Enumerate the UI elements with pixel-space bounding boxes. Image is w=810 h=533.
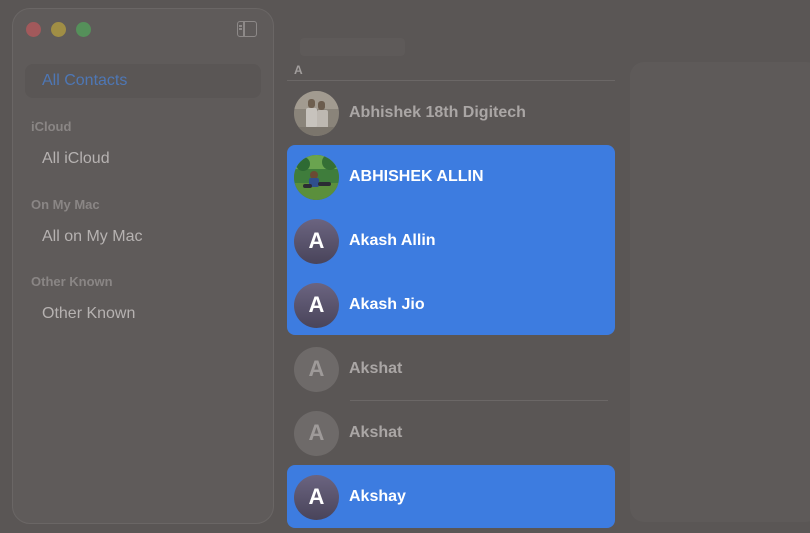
sidebar-item-label: Other Known (42, 305, 136, 322)
contact-name: Akshat (349, 360, 403, 377)
contact-name: Akash Jio (349, 296, 425, 313)
contact-row[interactable]: A Akash Allin (287, 209, 615, 273)
minimize-window-button[interactable] (51, 22, 66, 37)
contact-photo (294, 90, 339, 136)
contact-name: Akash Allin (349, 232, 436, 249)
contact-initial-avatar: A (294, 410, 339, 456)
contact-row[interactable]: A Akshat (287, 401, 615, 465)
sidebar-item-all-icloud[interactable]: All iCloud (25, 142, 261, 176)
sidebar-item-label: All on My Mac (42, 228, 143, 245)
contact-row[interactable]: A Akash Jio (287, 273, 615, 337)
contact-row[interactable]: Abhishek 18th Digitech (287, 81, 615, 145)
contact-initial-avatar: A (294, 474, 339, 520)
contact-photo (294, 154, 339, 200)
window-controls (26, 22, 91, 37)
contact-initial-avatar: A (294, 218, 339, 264)
sidebar-section-icloud: iCloud (31, 119, 72, 134)
section-letter: A (294, 63, 303, 77)
detail-pane (630, 62, 810, 522)
contact-initial-avatar: A (294, 282, 339, 328)
sidebar: All Contacts iCloud All iCloud On My Mac… (12, 8, 274, 524)
sidebar-section-other-known: Other Known (31, 274, 113, 289)
zoom-window-button[interactable] (76, 22, 91, 37)
faded-header (300, 38, 405, 56)
contact-row[interactable]: A Akshay (287, 465, 615, 529)
contact-initial-avatar: A (294, 346, 339, 392)
contact-name: Akshat (349, 424, 403, 441)
sidebar-item-other-known[interactable]: Other Known (25, 297, 261, 331)
sidebar-item-all-on-my-mac[interactable]: All on My Mac (25, 220, 261, 254)
sidebar-item-label: All iCloud (42, 150, 110, 167)
contact-row[interactable]: ABHISHEK ALLIN (287, 145, 615, 209)
close-window-button[interactable] (26, 22, 41, 37)
contact-name: ABHISHEK ALLIN (349, 168, 484, 185)
contact-name: Abhishek 18th Digitech (349, 104, 526, 121)
sidebar-item-all-contacts[interactable]: All Contacts (25, 64, 261, 98)
contact-name: Akshay (349, 488, 406, 505)
sidebar-section-on-my-mac: On My Mac (31, 197, 100, 212)
sidebar-toggle-icon[interactable] (237, 21, 257, 37)
sidebar-item-label: All Contacts (42, 72, 128, 89)
contact-row[interactable]: A Akshat (287, 337, 615, 401)
